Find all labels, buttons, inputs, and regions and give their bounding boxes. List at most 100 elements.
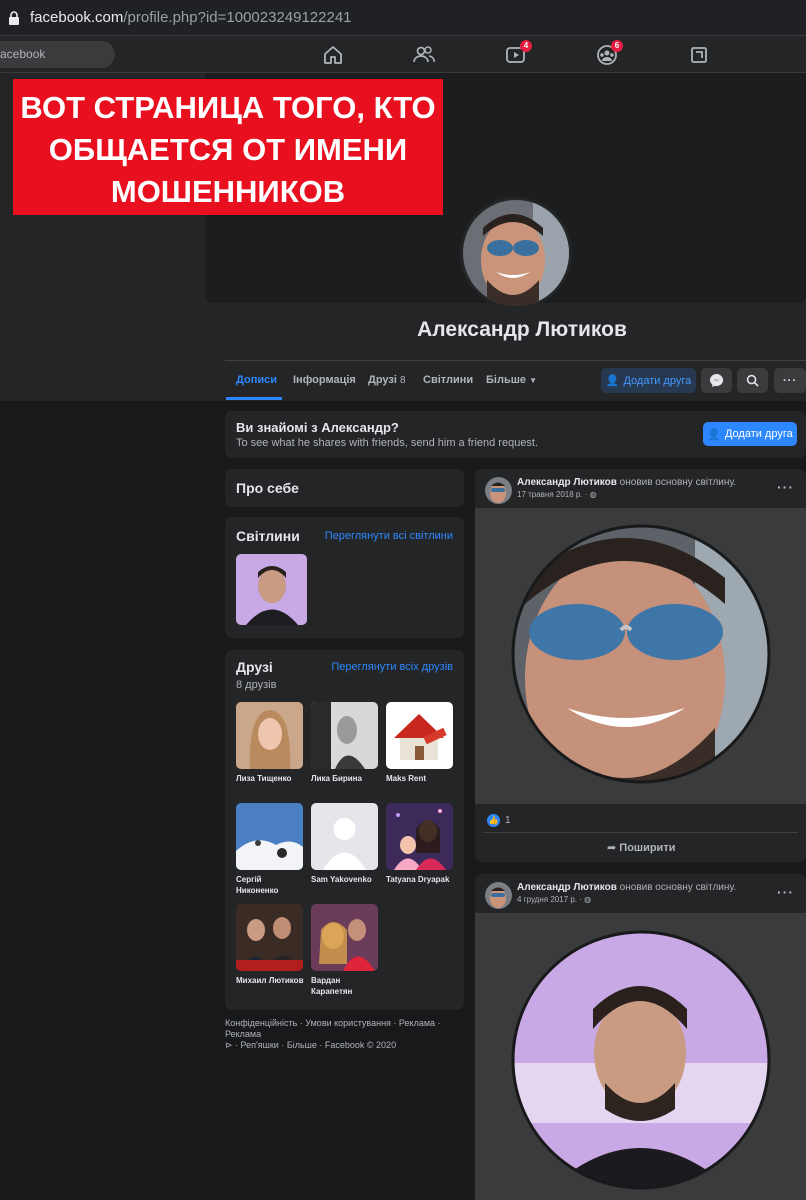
groups-badge: 6 [611, 40, 623, 52]
post-2-action: оновив основну світлину. [619, 882, 737, 893]
post-2-date-row: 4 грудня 2017 р. · ◍ [517, 895, 591, 904]
friend-photo-4[interactable] [236, 803, 303, 870]
post-1-date-row: 17 травня 2018 р. · ◍ [517, 490, 597, 499]
home-icon[interactable] [320, 42, 346, 68]
tab-more-label: Більше [486, 374, 526, 386]
friend-photo-7[interactable] [236, 904, 303, 971]
footer-links[interactable]: Конфіденційність · Умови користування · … [225, 1018, 465, 1051]
friend-photo-6[interactable] [386, 803, 453, 870]
friend-image-3 [386, 702, 453, 769]
post-1-media[interactable] [475, 508, 806, 804]
url-path: /profile.php?id=100023249122241 [123, 9, 352, 26]
friend-name-4[interactable]: Сергій Никоненко [236, 874, 306, 896]
ellipsis-icon: ··· [777, 884, 794, 900]
browser-url-bar[interactable]: facebook.com/profile.php?id=100023249122… [0, 0, 806, 36]
about-card: Про себе [225, 469, 464, 507]
prompt-title: Ви знайомі з Александр? [236, 420, 399, 435]
friend-name-7[interactable]: Михаил Лютиков [236, 975, 306, 986]
post-1-reactions[interactable]: 👍 1 [487, 814, 511, 827]
prompt-subtitle: To see what he shares with friends, send… [236, 437, 539, 449]
add-friend-label: Додати друга [623, 374, 692, 387]
friend-photo-5[interactable] [311, 803, 378, 870]
add-friend-button[interactable]: 👤 Додати друга [601, 368, 696, 393]
photo-image [236, 554, 307, 625]
banner-line-3: МОШЕННИКОВ [110, 174, 346, 209]
tab-posts[interactable]: Дописи [236, 374, 277, 386]
messenger-button[interactable] [701, 368, 732, 393]
tab-friends[interactable]: Друзі 8 [368, 374, 406, 386]
friends-count: 8 друзів [236, 679, 277, 691]
adchoices-icon: ⊳ [225, 1040, 233, 1050]
tab-about[interactable]: Інформація [293, 374, 356, 386]
friend-name-8[interactable]: Вардан Карапетян [311, 975, 381, 997]
globe-icon: ◍ [589, 490, 597, 499]
search-profile-button[interactable] [737, 368, 768, 393]
post-2-photo [475, 913, 806, 1200]
gaming-icon[interactable] [686, 42, 712, 68]
friend-name-2[interactable]: Лика Бирина [311, 773, 381, 784]
add-friend-icon: 👤 [707, 428, 721, 441]
post-2-author[interactable]: Александр Лютиков [517, 882, 617, 893]
friend-image-8 [311, 904, 378, 971]
post-1-action: оновив основну світлину. [619, 477, 737, 488]
friend-image-2 [311, 702, 378, 769]
like-icon: 👍 [487, 814, 500, 827]
more-options-button[interactable]: ··· [774, 368, 806, 393]
footer-line-2-text: · Реп'яшки · Більше · Facebook © 2020 [235, 1040, 397, 1050]
url-domain: facebook.com [30, 9, 124, 26]
post-1-divider [483, 832, 798, 833]
post-1-date[interactable]: 17 травня 2018 р. · [517, 490, 587, 499]
post-1-author[interactable]: Александр Лютиков [517, 477, 617, 488]
add-friend-icon: 👤 [605, 375, 620, 387]
friends-card: Друзі 8 друзів Переглянути всіх друзів Л… [225, 650, 464, 1010]
friend-image-5 [311, 803, 378, 870]
about-title: Про себе [236, 480, 299, 496]
see-all-friends-link[interactable]: Переглянути всіх друзів [331, 661, 453, 673]
friend-photo-1[interactable] [236, 702, 303, 769]
friend-image-4 [236, 803, 303, 870]
search-input[interactable]: acebook [0, 41, 115, 68]
tab-friends-count: 8 [399, 375, 406, 386]
profile-avatar[interactable] [460, 197, 572, 309]
post-2-options-button[interactable]: ··· [777, 884, 794, 900]
friend-name-6[interactable]: Tatyana Dryapak [386, 874, 456, 885]
post-1-share-label: Поширити [619, 842, 676, 854]
lock-icon [9, 10, 19, 25]
caret-down-icon: ▼ [529, 376, 537, 385]
tab-more[interactable]: Більше ▼ [486, 374, 537, 386]
post-1-like-count: 1 [505, 815, 511, 826]
magnifier-icon [746, 374, 759, 387]
post-1-author-avatar[interactable] [485, 477, 512, 504]
prompt-add-friend-label: Додати друга [724, 428, 793, 440]
post-1-photo [475, 508, 806, 804]
footer-line-1: Конфіденційність · Умови користування · … [225, 1018, 441, 1039]
friend-photo-8[interactable] [311, 904, 378, 971]
friend-name-1[interactable]: Лиза Тищенко [236, 773, 306, 784]
friend-image-6 [386, 803, 453, 870]
friend-image-1 [236, 702, 303, 769]
post-1-header: Александр Лютиков оновив основну світлин… [517, 476, 736, 489]
photo-thumbnail[interactable] [236, 554, 307, 625]
friend-photo-3[interactable] [386, 702, 453, 769]
tabs-divider [225, 360, 806, 361]
post-2-avatar-image [485, 882, 512, 909]
friends-title: Друзі [236, 659, 273, 675]
post-1-share-button[interactable]: ➦ Поширити [607, 841, 675, 854]
friend-name-5[interactable]: Sam Yakovenko [311, 874, 381, 885]
post-2-date[interactable]: 4 грудня 2017 р. · [517, 895, 582, 904]
friend-name-3[interactable]: Maks Rent [386, 773, 456, 784]
post-2-author-avatar[interactable] [485, 882, 512, 909]
tab-photos[interactable]: Світлини [423, 374, 473, 386]
post-1-options-button[interactable]: ··· [777, 479, 794, 495]
friend-photo-2[interactable] [311, 702, 378, 769]
ellipsis-icon: ··· [777, 479, 794, 495]
photos-title: Світлини [236, 528, 300, 544]
tab-friends-label: Друзі [368, 374, 397, 386]
post-1: Александр Лютиков оновив основну світлин… [475, 469, 806, 862]
prompt-add-friend-button[interactable]: 👤 Додати друга [703, 422, 797, 446]
post-2-media[interactable] [475, 913, 806, 1200]
banner-line-1: ВОТ СТРАНИЦА ТОГО, КТО [20, 90, 436, 125]
share-icon: ➦ [607, 842, 617, 854]
friends-icon[interactable] [411, 42, 437, 68]
see-all-photos-link[interactable]: Переглянути всі світлини [325, 530, 453, 542]
